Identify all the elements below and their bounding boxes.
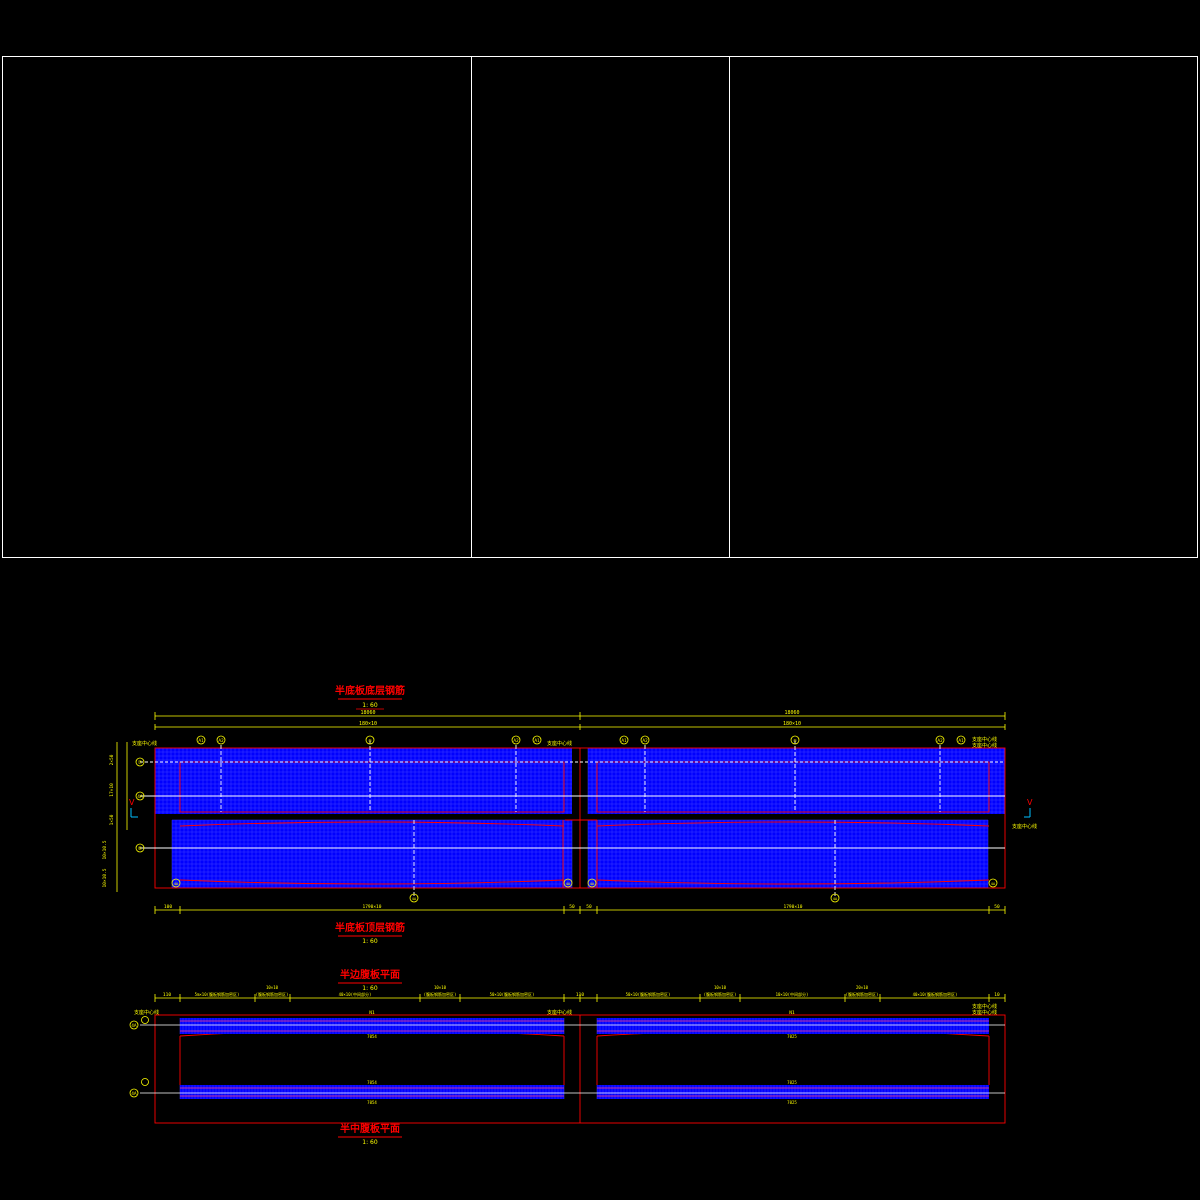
viewport-frames — [2, 56, 1198, 558]
plan3-dim-10: 50×10(腹板钢筋加密区) — [626, 991, 671, 997]
plan1-top-sub-left: 180×10 — [359, 721, 377, 727]
marker-label: A2 — [218, 738, 224, 743]
plan1-bottom-dim-6: 50 — [994, 904, 1000, 910]
plan3-dim-11: 10×10 — [714, 985, 727, 990]
plan1-top-total-right: 18060 — [784, 710, 799, 716]
plan-bottom-slab-top-rebar: 半底板顶层钢筋 1: 60 — [335, 921, 405, 945]
plan3-center-value-right: N1 — [789, 1010, 795, 1016]
plan2-title: 半底板顶层钢筋 — [335, 921, 405, 934]
plan3-inner-dim-1: 7054 — [367, 1034, 377, 1039]
plan3-dim-1: 110 — [163, 992, 171, 998]
marker-label: A1 — [198, 738, 204, 743]
plan1-bottom-dim-1: 100 — [164, 904, 172, 910]
plan3-center-lines — [140, 1024, 1005, 1094]
plan1-left-support-label: 支座中心线 — [132, 740, 157, 747]
svg-text:⑥: ⑥ — [138, 846, 143, 852]
plan-side-web: 半边腹板平面 1: 60 110 5m×10(腹板钢筋加密区) 10×10 (腹… — [129, 968, 1006, 1124]
svg-text:4A: 4A — [131, 1091, 137, 1096]
marker-label: 4A — [174, 882, 179, 886]
plan1-bottom-dim-5: 1790×10 — [784, 904, 803, 910]
plan3-scale: 1: 60 — [362, 985, 378, 992]
marker-label: A2 — [642, 738, 648, 743]
plan3-dim-14: 20×10 — [856, 985, 869, 990]
marker-label: ① — [793, 738, 797, 743]
plan1-bottom-dim-2: 1790×10 — [363, 904, 382, 910]
marker-label: A2 — [513, 738, 519, 743]
plan3-dim-2: 5m×10(腹板钢筋加密区) — [195, 991, 240, 997]
cad-drawing-canvas: 半底板底层钢筋 1: 60 18060 18060 180×10 180×10 … — [2, 56, 1198, 1146]
plan3-dim-3: 10×10 — [266, 985, 279, 990]
marker-label: 4A — [833, 897, 838, 901]
plan1-right-support-label-3: 支座中心线 — [1012, 823, 1037, 830]
plan1-top-total-left: 18060 — [360, 710, 375, 716]
plan1-scale: 1: 60 — [362, 702, 378, 709]
plan3-dim-15: (腹板钢筋加密区) — [846, 991, 879, 997]
plan3-inner-dim-2: 7025 — [787, 1034, 797, 1039]
svg-text:4A: 4A — [137, 794, 143, 799]
plan4-title: 半中腹板平面 — [340, 1122, 400, 1135]
marker-label: 4A — [412, 897, 417, 901]
marker-label: 4A — [590, 882, 595, 886]
plan1-left-dim-5: 10×10.5 — [102, 868, 108, 887]
plan3-dim-16: 40×10(腹板钢筋加密区) — [913, 991, 958, 997]
plan-bottom-slab-bottom-rebar: 半底板底层钢筋 1: 60 18060 18060 180×10 180×10 … — [102, 684, 1037, 914]
plan2-scale: 1: 60 — [362, 938, 378, 945]
plan3-dim-4: (腹板钢筋加密区) — [256, 991, 289, 997]
plan3-dim-7: (腹板钢筋加密区) — [424, 991, 457, 997]
plan4-scale: 1: 60 — [362, 1139, 378, 1146]
plan1-mid-support-label: 支座中心线 — [547, 740, 572, 747]
plan3-dim-5: 40×10(中间部分) — [339, 991, 372, 997]
plan1-top-markers: A1 A2 ① A2 A1 A1 A2 ① A2 A1 — [196, 735, 966, 745]
plan1-bottom-dim-4: 50 — [586, 904, 592, 910]
plan3-inner-dim-3: 7054 — [367, 1080, 377, 1085]
plan1-title: 半底板底层钢筋 — [335, 684, 405, 697]
plan3-dim-6: 10×10 — [434, 985, 447, 990]
plan3-dim-9: 110 — [576, 992, 584, 998]
plan1-bottom-dim-3: 50 — [569, 904, 575, 910]
plan1-left-dimensions — [116, 742, 128, 892]
plan1-section-mark-right: V — [1027, 798, 1033, 807]
marker-label: A1 — [534, 738, 540, 743]
marker-label: A2 — [937, 738, 943, 743]
plan3-dim-8: 50×10(腹板钢筋加密区) — [490, 991, 535, 997]
plan1-left-dim-2: 17×10 — [109, 783, 115, 797]
plan1-top-sub-right: 180×10 — [783, 721, 801, 727]
plan3-inner-dim-4: 7025 — [787, 1080, 797, 1085]
marker-label: A1 — [621, 738, 627, 743]
plan3-dim-12: (腹板钢筋加密区) — [704, 991, 737, 997]
marker-label: 4A — [566, 882, 571, 886]
viewport-frame-outer — [2, 56, 1198, 558]
marker-label: A1 — [958, 738, 964, 743]
plan3-dim-13: 10×10(中间部分) — [776, 991, 809, 997]
plan3-center-value-left: N1 — [369, 1010, 375, 1016]
plan1-left-dim-3: 1×50 — [109, 814, 115, 825]
plan3-inner-dim-6: 7025 — [787, 1100, 797, 1105]
plan1-left-dim-4: 10×10.5 — [102, 840, 108, 859]
plan3-inner-dim-5: 7054 — [367, 1100, 377, 1105]
plan-middle-web: 半中腹板平面 1: 60 — [338, 1122, 402, 1146]
svg-text:4A: 4A — [131, 1023, 137, 1028]
plan1-section-mark-left: V — [129, 798, 135, 807]
plan3-rebar-strips — [179, 1018, 989, 1099]
plan3-title: 半边腹板平面 — [340, 968, 400, 981]
marker-label: 4A — [991, 882, 996, 886]
plan1-top-dimensions — [154, 712, 1006, 730]
plan3-dim-17: 10 — [994, 992, 1000, 998]
plan1-right-support-label: 支座中心线 — [972, 736, 997, 743]
plan3-row-markers: 4A 4A — [129, 1016, 149, 1098]
marker-label: ① — [368, 738, 372, 743]
plan3-right-support-label: 支座中心线 — [972, 1003, 997, 1010]
plan1-row-markers: ⑦ 4A ⑥ — [135, 757, 145, 853]
plan1-bottom-dimensions — [154, 906, 1006, 914]
plan1-left-dim-1: 2×50 — [109, 754, 115, 765]
svg-text:⑦: ⑦ — [138, 760, 143, 766]
